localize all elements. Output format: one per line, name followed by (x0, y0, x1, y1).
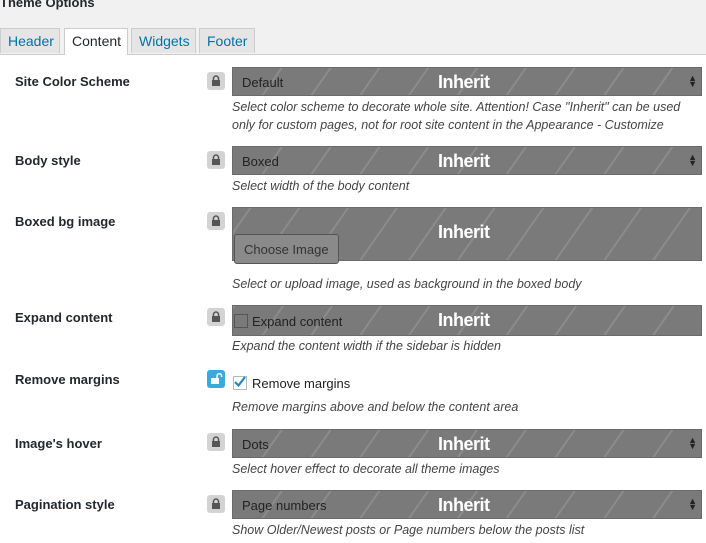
checkmark-icon (234, 376, 246, 388)
tab-footer[interactable]: Footer (199, 28, 255, 53)
tab-header[interactable]: Header (0, 28, 60, 53)
lock-icon[interactable] (207, 151, 225, 169)
option-description: Show Older/Newest posts or Page numbers … (232, 523, 585, 537)
pagination-style-select[interactable]: Page numbers Inherit ▲ ▼ (232, 490, 702, 519)
updown-arrows-icon: ▲ ▼ (688, 73, 697, 89)
inherit-overlay-label: Inherit (438, 310, 490, 330)
lock-icon[interactable] (207, 212, 225, 230)
choose-image-button[interactable]: Choose Image (234, 234, 339, 264)
checkbox-label[interactable]: Expand content (252, 314, 342, 329)
lock-icon[interactable] (207, 495, 225, 513)
option-description: Select or upload image, used as backgrou… (232, 277, 582, 291)
expand-content-checkbox[interactable] (234, 314, 248, 328)
select-value: Dots (242, 437, 269, 452)
tab-bar: Header Content Widgets Footer (0, 28, 706, 55)
lock-icon[interactable] (207, 308, 225, 326)
inherit-overlay-label: Inherit (438, 222, 490, 242)
option-description: Select color scheme to decorate whole si… (232, 100, 681, 132)
option-description: Remove margins above and below the conte… (232, 400, 519, 414)
boxed-bg-image-field: Inherit Choose Image (232, 207, 702, 264)
updown-arrows-icon: ▲ ▼ (688, 496, 697, 512)
select-value: Default (242, 75, 284, 90)
color-scheme-select[interactable]: Default Inherit ▲ ▼ (232, 67, 702, 96)
tab-widgets[interactable]: Widgets (131, 28, 196, 53)
option-label: Boxed bg image (15, 214, 116, 229)
checkbox-label[interactable]: Remove margins (252, 376, 350, 391)
inherit-overlay-label: Inherit (438, 72, 490, 92)
image-hover-select[interactable]: Dots Inherit ▲ ▼ (232, 429, 702, 458)
updown-arrows-icon: ▲ ▼ (688, 152, 697, 168)
tab-content[interactable]: Content (64, 28, 128, 55)
inherit-overlay-label: Inherit (438, 151, 490, 171)
option-description: Select width of the body content (232, 179, 410, 193)
updown-arrows-icon: ▲ ▼ (688, 435, 697, 451)
option-label: Image's hover (15, 436, 102, 451)
option-description: Expand the content width if the sidebar … (232, 339, 501, 353)
select-value: Boxed (242, 154, 279, 169)
expand-content-field: Expand content Inherit (232, 305, 702, 336)
unlock-icon[interactable] (207, 370, 225, 388)
option-label: Expand content (15, 310, 113, 325)
lock-icon[interactable] (207, 72, 225, 90)
inherit-overlay-label: Inherit (438, 495, 490, 515)
inherit-overlay-label: Inherit (438, 434, 490, 454)
option-label: Site Color Scheme (15, 74, 130, 89)
option-label: Remove margins (15, 372, 120, 387)
panel-title: Theme Options (0, 0, 95, 10)
option-description: Select hover effect to decorate all them… (232, 462, 500, 476)
lock-icon[interactable] (207, 433, 225, 451)
options-content: Site Color Scheme Default Inherit ▲ ▼ Sel… (0, 55, 706, 543)
select-value: Page numbers (242, 498, 327, 513)
option-label: Pagination style (15, 497, 115, 512)
option-label: Body style (15, 153, 81, 168)
body-style-select[interactable]: Boxed Inherit ▲ ▼ (232, 146, 702, 175)
remove-margins-checkbox[interactable] (233, 376, 247, 390)
